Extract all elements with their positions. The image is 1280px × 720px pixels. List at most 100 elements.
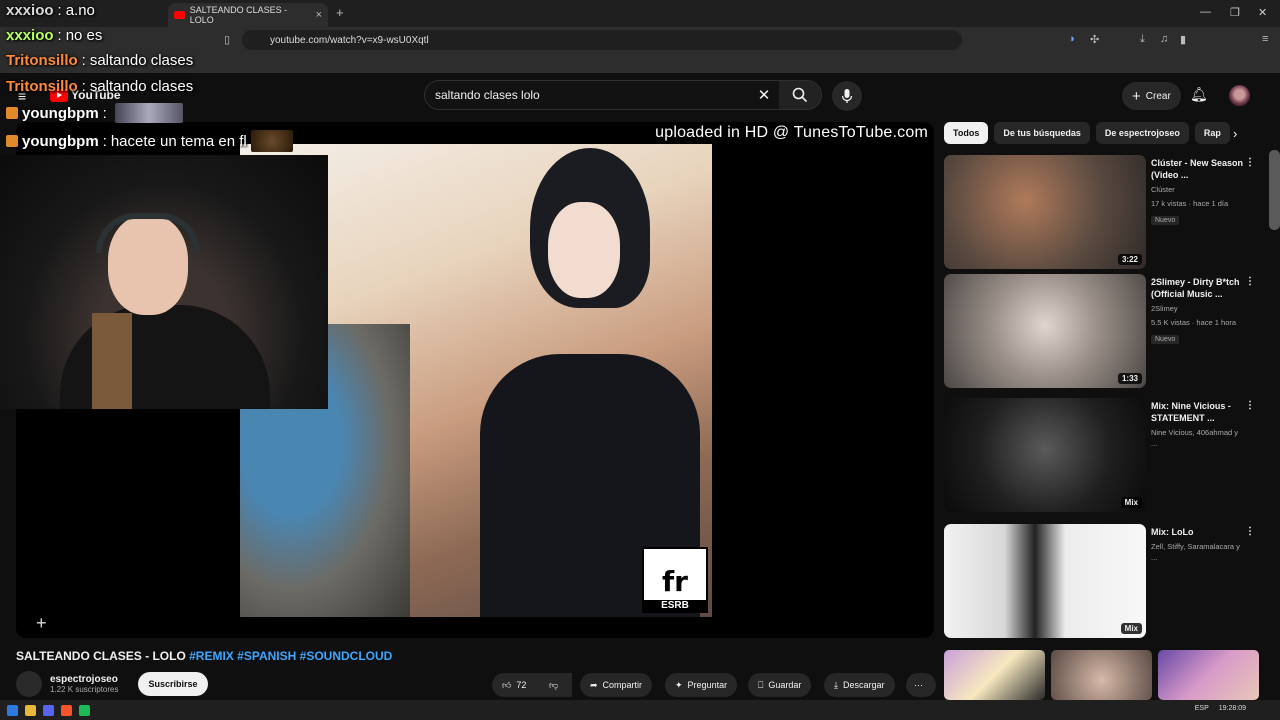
kebab-menu-icon[interactable]: ⋮ [1245, 276, 1255, 287]
recommendation-info: Mix: LoLo Zell, Stiffy, Saramalacara y .… [1151, 526, 1245, 563]
start-icon[interactable] [7, 704, 18, 716]
scrollbar-thumb[interactable] [1269, 150, 1280, 230]
clock[interactable]: 19:28:09 [1219, 705, 1246, 712]
browser-tab-strip: SALTEANDO CLASES - LOLO × + — ❐ ✕ [0, 0, 1280, 27]
close-window-icon[interactable]: ✕ [1258, 6, 1267, 19]
account-avatar[interactable] [1229, 85, 1250, 106]
subscribe-button[interactable]: Suscribirse [138, 672, 208, 696]
recommendation-channel[interactable]: Clúster [1151, 184, 1245, 195]
hashtag-link[interactable]: #SPANISH [237, 649, 296, 663]
chevron-right-icon[interactable]: › [1233, 126, 1237, 141]
download-arrow-icon: ⤓ [834, 679, 838, 690]
recommendation-item[interactable]: 3:22 Clúster - New Season (Video ... Clú… [944, 155, 1255, 271]
hashtag-link[interactable]: #SOUNDCLOUD [300, 649, 393, 663]
recommendation-title[interactable]: Mix: LoLo [1151, 526, 1245, 538]
recommendation-meta: 5.5 K vistas · hace 1 hora [1151, 318, 1237, 327]
close-tab-icon[interactable]: × [316, 9, 322, 21]
ask-button[interactable]: ✦ Preguntar [665, 673, 738, 697]
channel-name[interactable]: espectrojoseo [50, 674, 118, 685]
chat-text: saltando clases [89, 78, 194, 95]
video-thumbnail[interactable]: Mix [944, 524, 1146, 638]
chat-text: hacete un tema en fl [110, 132, 247, 150]
chat-user: xxxioo [6, 2, 54, 19]
video-thumbnail[interactable]: 1:33 [944, 274, 1146, 388]
more-actions-button[interactable]: ⋯ [906, 673, 936, 697]
duration-badge: Mix [1120, 623, 1142, 634]
create-button[interactable]: + Crear [1122, 82, 1181, 110]
search-box: ✕ [424, 80, 822, 110]
bookmark-icon[interactable]: ▯ [224, 33, 230, 46]
channel-info: espectrojoseo 1.22 K suscriptores [50, 674, 118, 694]
recommendation-item[interactable]: Mix Mix: LoLo Zell, Stiffy, Saramalacara… [944, 524, 1255, 640]
channel-avatar[interactable] [16, 671, 42, 697]
chip-from-channel[interactable]: De espectrojoseo [1095, 122, 1189, 144]
thumbs-up-icon: 👍︎ [502, 679, 512, 690]
video-title-text: SALTEANDO CLASES - LOLO [16, 649, 186, 663]
kebab-menu-icon[interactable]: ⋮ [1245, 526, 1255, 537]
new-tab-icon[interactable]: + [336, 5, 344, 20]
recommendation-item[interactable]: 1:33 2Slimey - Dirty B*tch (Official Mus… [944, 274, 1255, 390]
chip-from-searches[interactable]: De tus búsquedas [994, 122, 1090, 144]
short-thumbnail[interactable] [1158, 650, 1259, 700]
webcam-overlay [0, 155, 328, 409]
chip-all[interactable]: Todos [944, 122, 989, 144]
recommendation-title[interactable]: Mix: Nine Vicious - STATEMENT ... [1151, 400, 1245, 424]
dislike-button[interactable]: 👎︎ [540, 673, 572, 697]
download-icon[interactable]: ⤓ [1140, 33, 1145, 46]
clear-search-icon[interactable]: ✕ [749, 86, 779, 104]
share-button[interactable]: ➦ Compartir [580, 673, 653, 697]
spotify-icon[interactable] [79, 704, 90, 716]
search-input[interactable] [425, 88, 749, 102]
chat-text: a.no [65, 2, 95, 19]
recommendation-channel[interactable]: Nine Vicious, 406ahmad y ... [1151, 427, 1245, 449]
share-label: Compartir [602, 680, 643, 690]
notifications-bell-icon[interactable]: 🔔︎ [1190, 86, 1208, 103]
recommendation-info: Clúster - New Season (Video ... Clúster … [1151, 157, 1245, 227]
windows-taskbar: ESP 19:28:09 [0, 700, 1280, 720]
face-shape [548, 202, 620, 298]
subscriber-count: 1.22 K suscriptores [50, 685, 119, 694]
browser-tab[interactable]: SALTEANDO CLASES - LOLO × [168, 3, 328, 27]
download-button[interactable]: ⤓ Descargar [824, 673, 895, 697]
music-icon[interactable]: ♫ [1160, 33, 1168, 45]
search-button[interactable] [779, 81, 821, 109]
minimize-icon[interactable]: — [1200, 6, 1211, 18]
kebab-menu-icon[interactable]: ⋮ [1245, 157, 1255, 168]
chat-message: youngbpm: hacete un tema en fl [6, 130, 293, 152]
chip-rap[interactable]: Rap [1194, 122, 1230, 144]
recommendation-title[interactable]: 2Slimey - Dirty B*tch (Official Music ..… [1151, 276, 1245, 300]
puzzle-icon[interactable]: ✣ [1090, 33, 1099, 46]
recommendation-item[interactable]: Mix Mix: Nine Vicious - STATEMENT ... Ni… [944, 398, 1255, 514]
chat-message: youngbpm: [6, 103, 183, 123]
language-indicator[interactable]: ESP [1195, 705, 1209, 712]
player-plus-icon[interactable]: + [36, 613, 47, 634]
short-thumbnail[interactable] [1051, 650, 1152, 700]
discord-icon[interactable] [43, 704, 54, 716]
recommendation-channel[interactable]: Zell, Stiffy, Saramalacara y ... [1151, 541, 1245, 563]
esrb-label: ESRB [644, 600, 706, 611]
voice-search-button[interactable] [832, 81, 862, 111]
kebab-menu-icon[interactable]: ⋮ [1245, 400, 1255, 411]
create-label: Crear [1145, 90, 1171, 102]
esrb-rating-badge: fr ESRB [642, 547, 708, 613]
url-text: youtube.com/watch?v=x9-wsU0Xqtl [270, 34, 429, 46]
chat-message: xxxioo: a.no [6, 2, 95, 19]
chat-badge-icon [6, 107, 18, 119]
hashtag-link[interactable]: #REMIX [189, 649, 234, 663]
restore-icon[interactable]: ❐ [1230, 6, 1240, 19]
brave-icon[interactable] [61, 704, 72, 716]
recommendation-meta: 17 k vistas · hace 1 día [1151, 199, 1229, 208]
video-thumbnail[interactable]: 3:22 [944, 155, 1146, 269]
url-field[interactable]: youtube.com/watch?v=x9-wsU0Xqtl [242, 30, 962, 50]
recommendation-channel[interactable]: 2Slimey [1151, 303, 1245, 314]
recommendation-title[interactable]: Clúster - New Season (Video ... [1151, 157, 1245, 181]
folder-icon[interactable] [25, 704, 36, 716]
duration-badge: 1:33 [1117, 373, 1142, 384]
video-thumbnail[interactable]: Mix [944, 398, 1146, 512]
menu-icon[interactable]: ≡ [1262, 33, 1268, 45]
save-button[interactable]: ⎕ Guardar [748, 673, 812, 697]
short-thumbnail[interactable] [944, 650, 1045, 700]
extension-icon[interactable]: ◑ [1068, 33, 1075, 45]
download-label: Descargar [842, 680, 885, 690]
sidebar-icon[interactable]: ▮ [1180, 33, 1186, 46]
